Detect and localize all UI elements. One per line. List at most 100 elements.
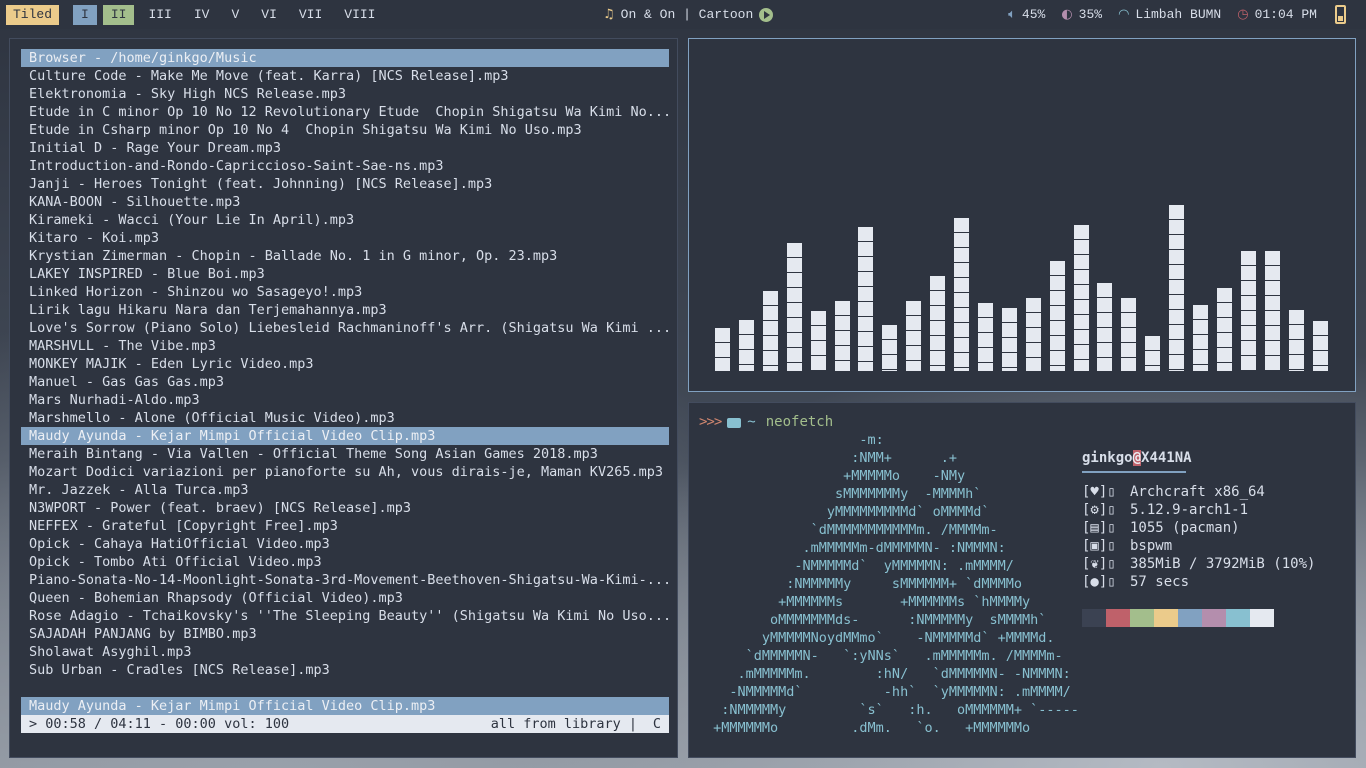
now-playing-module[interactable]: ♫ On & On | Cartoon <box>603 7 774 22</box>
track-row[interactable]: Introduction-and-Rondo-Capriccioso-Saint… <box>21 157 669 175</box>
track-row[interactable]: MONKEY MAJIK - Eden Lyric Video.mp3 <box>21 355 669 373</box>
visualizer-bar <box>1097 283 1113 371</box>
track-row[interactable]: Opick - Cahaya HatiOfficial Video.mp3 <box>21 535 669 553</box>
system-info: ginkgo@X441NA [♥]▯ Archcraft x86_64 [⚙]▯ 5.… <box>1082 450 1315 627</box>
info-value: 385MiB / 3792MiB (10%) <box>1130 556 1316 572</box>
visualizer-bar <box>1312 321 1328 371</box>
visualizer-bar <box>1049 261 1065 371</box>
clock-icon: ◷ <box>1237 7 1249 22</box>
info-fields: [♥]▯ Archcraft x86_64 [⚙]▯ 5.12.9-arch1-1 [▤… <box>1082 483 1315 591</box>
visualizer-bar <box>834 301 850 371</box>
top-bar: Tiled I II III IV V VI VII VIII ♫ On & O… <box>0 0 1366 29</box>
now-playing-title: On & On | Cartoon <box>620 7 754 22</box>
audio-visualizer-window[interactable] <box>688 38 1356 392</box>
workspace-6[interactable]: VI <box>253 5 285 25</box>
color-swatch <box>1226 609 1250 627</box>
track-row[interactable]: Piano-Sonata-No-14-Moonlight-Sonata-3rd-… <box>21 571 669 589</box>
prompt-arrows: >>> <box>699 414 722 430</box>
track-row[interactable]: Etude in C minor Op 10 No 12 Revolutiona… <box>21 103 669 121</box>
visualizer-bar <box>1264 251 1280 371</box>
track-row[interactable]: Love's Sorrow (Piano Solo) Liebesleid Ra… <box>21 319 669 337</box>
track-row[interactable]: Mozart Dodici variazioni per pianoforte … <box>21 463 669 481</box>
track-row[interactable]: LAKEY INSPIRED - Blue Boi.mp3 <box>21 265 669 283</box>
track-row[interactable]: Culture Code - Make Me Move (feat. Karra… <box>21 67 669 85</box>
info-value: 1055 (pacman) <box>1130 520 1240 536</box>
workspace-3[interactable]: III <box>140 5 179 25</box>
visualizer-bar <box>1073 225 1089 371</box>
play-mode: all from library | <box>490 716 637 732</box>
info-line: [▤]▯ 1055 (pacman) <box>1082 519 1315 537</box>
prompt-cwd: ~ <box>747 414 756 430</box>
info-line: [⚙]▯ 5.12.9-arch1-1 <box>1082 501 1315 519</box>
prompt-command: neofetch <box>765 414 834 430</box>
workspace-4[interactable]: IV <box>186 5 218 25</box>
info-value: bspwm <box>1130 538 1173 554</box>
workspace-8[interactable]: VIII <box>336 5 383 25</box>
play-icon[interactable] <box>759 7 774 22</box>
track-row[interactable]: SAJADAH PANJANG by BIMBO.mp3 <box>21 625 669 643</box>
track-row[interactable]: Sub Urban - Cradles [NCS Release].mp3 <box>21 661 669 679</box>
track-row[interactable]: Mr. Jazzek - Alla Turca.mp3 <box>21 481 669 499</box>
workspace-5[interactable]: V <box>223 5 247 25</box>
track-rows: Culture Code - Make Me Move (feat. Karra… <box>21 67 669 679</box>
now-playing-bar: Maudy Ayunda - Kejar Mimpi Official Vide… <box>21 697 669 715</box>
track-row[interactable]: Meraih Bintang - Via Vallen - Official T… <box>21 445 669 463</box>
track-row[interactable]: Elektronomia - Sky High NCS Release.mp3 <box>21 85 669 103</box>
volume-module[interactable]: 🔈︎ 45% <box>1008 7 1045 22</box>
track-row[interactable]: Linked Horizon - Shinzou wo Sasageyo!.mp… <box>21 283 669 301</box>
color-palette <box>1082 609 1315 627</box>
brightness-value: 35% <box>1078 7 1103 22</box>
color-swatch <box>1154 609 1178 627</box>
track-row[interactable]: Queen - Bohemian Rhapsody (Official Vide… <box>21 589 669 607</box>
workspace-2[interactable]: II <box>102 4 135 25</box>
track-row[interactable]: Mars Nurhadi-Aldo.mp3 <box>21 391 669 409</box>
track-list: Browser - /home/ginkgo/Music Culture Cod… <box>21 49 669 679</box>
color-swatch <box>1250 609 1274 627</box>
workspace-7[interactable]: VII <box>291 5 330 25</box>
bulb-icon: [●]▯ <box>1082 574 1116 590</box>
track-row[interactable]: Rose Adagio - Tchaikovsky's ''The Sleepi… <box>21 607 669 625</box>
wifi-module[interactable]: ◠ Limbah BUMN <box>1118 7 1221 22</box>
track-row[interactable]: Etude in Csharp minor Op 10 No 4 Chopin … <box>21 121 669 139</box>
brightness-module[interactable]: ◐ 35% <box>1061 7 1102 22</box>
progress-line[interactable]: > 00:58 / 04:11 - 00:00 vol: 100 all fro… <box>21 715 669 733</box>
layout-indicator[interactable]: Tiled <box>6 4 60 25</box>
track-row[interactable]: Opick - Tombo Ati Official Video.mp3 <box>21 553 669 571</box>
track-row[interactable]: Maudy Ayunda - Kejar Mimpi Official Vide… <box>21 427 669 445</box>
track-row[interactable]: Sholawat Asyghil.mp3 <box>21 643 669 661</box>
package-icon: [▤]▯ <box>1082 520 1116 536</box>
visualizer-bar <box>906 301 922 371</box>
track-row[interactable]: KANA-BOON - Silhouette.mp3 <box>21 193 669 211</box>
track-row[interactable]: N3WPORT - Power (feat. braev) [NCS Relea… <box>21 499 669 517</box>
track-row[interactable]: Lirik lagu Hikaru Nara dan Terjemahannya… <box>21 301 669 319</box>
track-row[interactable]: Janji - Heroes Tonight (feat. Johnning) … <box>21 175 669 193</box>
track-row[interactable]: Manuel - Gas Gas Gas.mp3 <box>21 373 669 391</box>
terminal-window[interactable]: >>> ~ neofetch -m: :NMM+ .+ +MMMMMo -NMy… <box>688 402 1356 758</box>
clock-module[interactable]: ◷ 01:04 PM <box>1237 7 1317 22</box>
music-player-window[interactable]: Browser - /home/ginkgo/Music Culture Cod… <box>9 38 678 758</box>
track-row[interactable]: Kirameki - Wacci (Your Lie In April).mp3 <box>21 211 669 229</box>
heart-icon: [♥]▯ <box>1082 484 1116 500</box>
battery-icon[interactable] <box>1335 5 1346 24</box>
workspace-list: I II III IV V VI VII VIII <box>73 4 389 25</box>
visualizer-bar <box>858 227 874 371</box>
folder-icon <box>727 418 742 428</box>
track-row[interactable]: Initial D - Rage Your Dream.mp3 <box>21 139 669 157</box>
music-note-icon: ♫ <box>603 7 615 22</box>
track-row[interactable]: MARSHVLL - The Vibe.mp3 <box>21 337 669 355</box>
visualizer-bar <box>1169 205 1185 371</box>
visualizer-bar <box>1216 288 1232 371</box>
workspace-1[interactable]: I <box>73 4 97 25</box>
track-row[interactable]: NEFFEX - Grateful [Copyright Free].mp3 <box>21 517 669 535</box>
track-row[interactable]: Kitaro - Koi.mp3 <box>21 229 669 247</box>
player-status: Maudy Ayunda - Kejar Mimpi Official Vide… <box>21 697 669 733</box>
visualizer-bar <box>882 325 898 371</box>
mode-flag: C <box>652 716 661 732</box>
visualizer-bar <box>930 276 946 371</box>
visualizer-bar <box>1025 298 1041 371</box>
info-line: [♥]▯ Archcraft x86_64 <box>1082 483 1315 501</box>
window-icon: [▣]▯ <box>1082 538 1116 554</box>
brightness-icon: ◐ <box>1061 7 1073 22</box>
track-row[interactable]: Krystian Zimerman - Chopin - Ballade No.… <box>21 247 669 265</box>
track-row[interactable]: Marshmello - Alone (Official Music Video… <box>21 409 669 427</box>
